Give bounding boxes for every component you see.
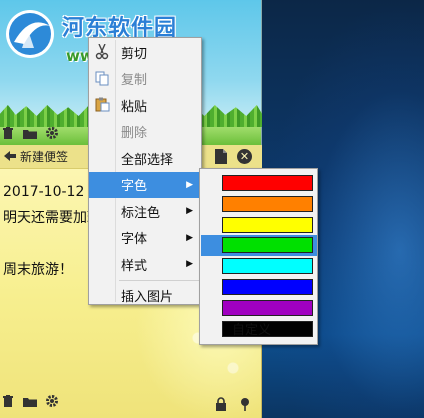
folder-icon[interactable] xyxy=(22,393,38,409)
menu-item-select-all[interactable]: 全部选择 xyxy=(89,145,201,172)
color-swatch-row[interactable] xyxy=(201,277,317,298)
menu-item-insert-image[interactable]: 插入图片 xyxy=(89,283,201,310)
submenu-arrow-icon: ▶ xyxy=(186,232,193,243)
menu-item-label: 删除 xyxy=(121,126,148,142)
color-swatch-row[interactable] xyxy=(201,256,317,277)
menu-item-highlight-color[interactable]: 标注色 ▶ xyxy=(89,198,201,225)
color-swatch xyxy=(222,299,313,316)
menu-item-label: 标注色 xyxy=(121,205,161,221)
color-swatch xyxy=(222,279,313,295)
menu-item-label: 插入图片 xyxy=(121,290,174,306)
submenu-arrow-icon: ▶ xyxy=(186,179,193,190)
color-swatch xyxy=(222,175,313,191)
menu-item-style[interactable]: 样式 ▶ xyxy=(89,251,201,278)
menu-item-label: 复制 xyxy=(121,73,148,89)
menu-item-delete[interactable]: 删除 xyxy=(89,119,201,146)
submenu-arrow-icon: ▶ xyxy=(186,206,193,216)
color-swatch-row[interactable] xyxy=(201,235,317,256)
paste-icon xyxy=(94,97,110,113)
scissors-icon xyxy=(94,43,110,60)
new-note-button[interactable]: 新建便签 xyxy=(0,148,68,165)
color-swatch-row[interactable] xyxy=(201,173,317,194)
menu-item-cut[interactable]: 剪切 xyxy=(89,39,201,66)
menu-item-font[interactable]: 字体 ▶ xyxy=(89,225,201,252)
gear-icon[interactable] xyxy=(44,125,60,141)
color-swatch-row[interactable] xyxy=(201,215,317,236)
context-menu: 剪切 复制 粘贴 删除 全部选择 字色 ▶ 标注色 ▶ 字体 ▶ 样式 ▶ 插入… xyxy=(88,37,202,305)
new-note-label: 新建便签 xyxy=(20,150,69,164)
close-icon[interactable]: ✕ xyxy=(237,149,252,164)
trash-icon[interactable] xyxy=(0,393,16,409)
lock-icon[interactable] xyxy=(213,396,229,412)
color-swatch-row[interactable] xyxy=(201,194,317,215)
note-content[interactable]: 2017-10-12 1 明天还需要加班 周末旅游！ xyxy=(3,179,101,283)
note-line: 2017-10-12 1 xyxy=(3,184,98,200)
color-swatch xyxy=(222,258,313,275)
menu-item-label: 全部选择 xyxy=(121,152,174,168)
note-line xyxy=(3,231,101,257)
menu-item-label: 粘贴 xyxy=(121,99,148,115)
custom-color-item[interactable]: 自定义 xyxy=(200,319,317,343)
new-note-arrow-icon xyxy=(4,150,16,164)
menu-item-label: 字体 xyxy=(121,232,148,248)
menu-item-label: 样式 xyxy=(121,258,148,274)
font-color-submenu: 自定义 xyxy=(199,168,318,345)
pin-icon[interactable] xyxy=(237,396,253,412)
menu-item-label: 字色 xyxy=(121,179,148,195)
trash-icon[interactable] xyxy=(0,125,16,141)
menu-separator xyxy=(119,279,199,281)
note-file-icon[interactable] xyxy=(215,149,227,168)
gear-icon[interactable] xyxy=(44,393,60,409)
menu-item-font-color[interactable]: 字色 ▶ xyxy=(89,171,201,198)
note-line: 明天还需要加班 xyxy=(3,210,101,226)
color-swatch-row[interactable] xyxy=(201,298,317,319)
menu-item-copy[interactable]: 复制 xyxy=(89,66,201,93)
color-swatch xyxy=(222,216,313,233)
note-line: 周末旅游！ xyxy=(3,262,73,278)
copy-icon xyxy=(94,71,110,87)
site-logo xyxy=(2,4,60,62)
menu-item-label: 剪切 xyxy=(121,46,148,62)
submenu-arrow-icon: ▶ xyxy=(186,259,193,269)
folder-icon[interactable] xyxy=(22,125,38,141)
menu-item-paste[interactable]: 粘贴 xyxy=(89,92,201,119)
color-swatch xyxy=(222,237,313,254)
color-swatch xyxy=(222,195,313,212)
